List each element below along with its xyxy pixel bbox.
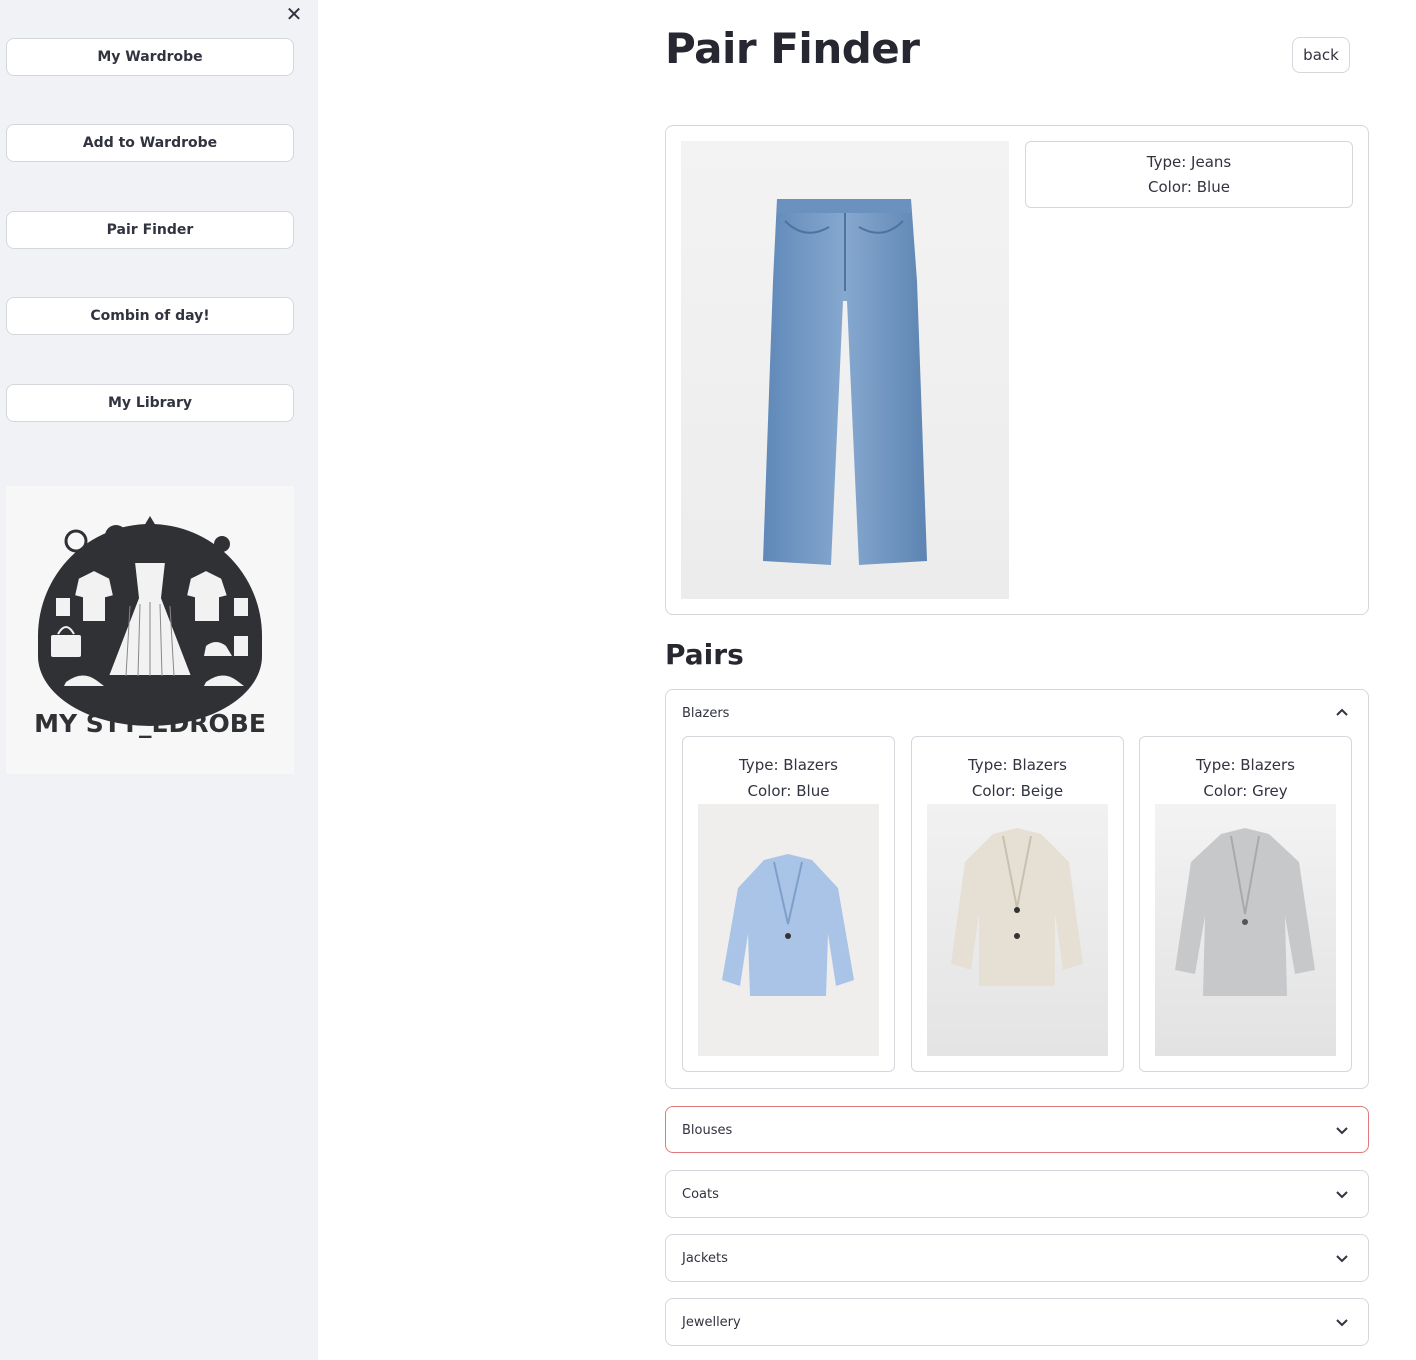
- expander-jewellery-header[interactable]: Jewellery: [666, 1299, 1368, 1345]
- chevron-down-icon: [1336, 1319, 1348, 1327]
- chevron-down-icon: [1336, 1127, 1348, 1135]
- blazer-image: [927, 804, 1108, 1056]
- expander-coats: Coats: [665, 1170, 1369, 1218]
- chevron-up-icon: [1336, 708, 1348, 716]
- expander-blazers: Blazers Type: Blazers Color: Blue Type: …: [665, 689, 1369, 1089]
- sidebar: ✕ My Wardrobe Add to Wardrobe Pair Finde…: [0, 0, 318, 1360]
- logo-text: MY STY_EDROBE: [34, 709, 266, 738]
- pair-color: Color: Blue: [747, 782, 830, 800]
- pair-card: Type: Blazers Color: Blue: [682, 736, 895, 1072]
- expander-blazers-header[interactable]: Blazers: [666, 690, 1368, 736]
- chevron-down-icon: [1336, 1255, 1348, 1263]
- expander-label: Blouses: [682, 1122, 733, 1138]
- blazer-image: [698, 804, 879, 1056]
- expander-jackets: Jackets: [665, 1234, 1369, 1282]
- pair-type: Type: Blazers: [967, 756, 1067, 774]
- item-details: Type: Jeans Color: Blue: [1025, 141, 1353, 208]
- chevron-down-icon: [1336, 1191, 1348, 1199]
- pairs-heading: Pairs: [665, 638, 744, 671]
- nav-my-library-button[interactable]: My Library: [6, 384, 294, 422]
- expander-jewellery: Jewellery: [665, 1298, 1369, 1346]
- item-color: Color: Blue: [1148, 177, 1230, 196]
- close-icon[interactable]: ✕: [284, 4, 304, 24]
- pair-card: Type: Blazers Color: Grey: [1139, 736, 1352, 1072]
- expander-blouses-header[interactable]: Blouses: [666, 1107, 1368, 1153]
- brand-logo: MY STY_EDROBE: [6, 486, 294, 774]
- pair-type: Type: Blazers: [1195, 756, 1295, 774]
- blazer-image: [1155, 804, 1336, 1056]
- pair-color: Color: Grey: [1203, 782, 1288, 800]
- nav-pair-finder-button[interactable]: Pair Finder: [6, 211, 294, 249]
- expander-coats-header[interactable]: Coats: [666, 1171, 1368, 1217]
- pair-type: Type: Blazers: [738, 756, 838, 774]
- nav-add-to-wardrobe-button[interactable]: Add to Wardrobe: [6, 124, 294, 162]
- expander-label: Jackets: [682, 1250, 728, 1266]
- expander-label: Jewellery: [682, 1314, 741, 1330]
- page-title: Pair Finder: [665, 24, 920, 73]
- pair-card: Type: Blazers Color: Beige: [911, 736, 1124, 1072]
- nav-combin-of-day-button[interactable]: Combin of day!: [6, 297, 294, 335]
- nav-my-wardrobe-button[interactable]: My Wardrobe: [6, 38, 294, 76]
- expander-blouses: Blouses: [665, 1106, 1369, 1153]
- expander-label: Coats: [682, 1186, 719, 1202]
- selected-item-card: Type: Jeans Color: Blue: [665, 125, 1369, 615]
- jeans-image: [681, 141, 1009, 599]
- main-content: Pair Finder back Type: Jeans Color: Blue…: [318, 0, 1416, 1360]
- expander-label: Blazers: [682, 705, 730, 721]
- item-type: Type: Jeans: [1146, 152, 1232, 171]
- back-button[interactable]: back: [1292, 37, 1350, 73]
- pair-color: Color: Beige: [971, 782, 1064, 800]
- expander-jackets-header[interactable]: Jackets: [666, 1235, 1368, 1281]
